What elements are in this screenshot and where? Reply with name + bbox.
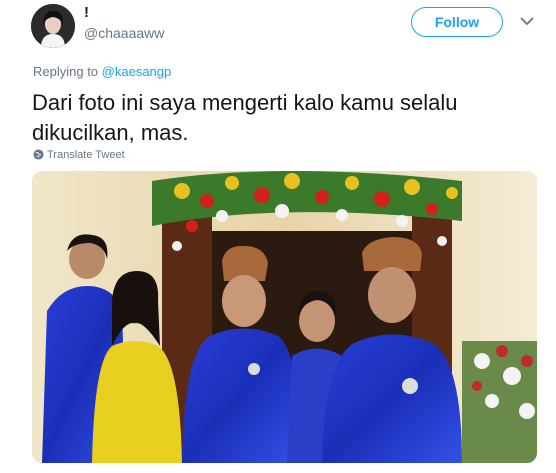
translate-tweet-label[interactable]: Translate Tweet (47, 149, 125, 161)
replying-to-label: Replying to (33, 64, 99, 79)
chevron-down-icon[interactable] (519, 14, 535, 28)
author-display-name[interactable]: ! (84, 4, 89, 21)
translate-tweet-link[interactable]: Translate Tweet (33, 149, 125, 161)
follow-button[interactable]: Follow (411, 7, 503, 37)
author-handle[interactable]: @chaaaaww (84, 25, 164, 41)
tweet-photo[interactable] (32, 171, 537, 463)
avatar[interactable] (31, 4, 75, 48)
tweet-text: Dari foto ini saya mengerti kalo kamu se… (32, 90, 458, 145)
globe-icon (33, 149, 44, 160)
reply-to-mention-link[interactable]: @kaesangp (102, 64, 172, 79)
replying-to-line: Replying to @kaesangp (33, 64, 171, 79)
